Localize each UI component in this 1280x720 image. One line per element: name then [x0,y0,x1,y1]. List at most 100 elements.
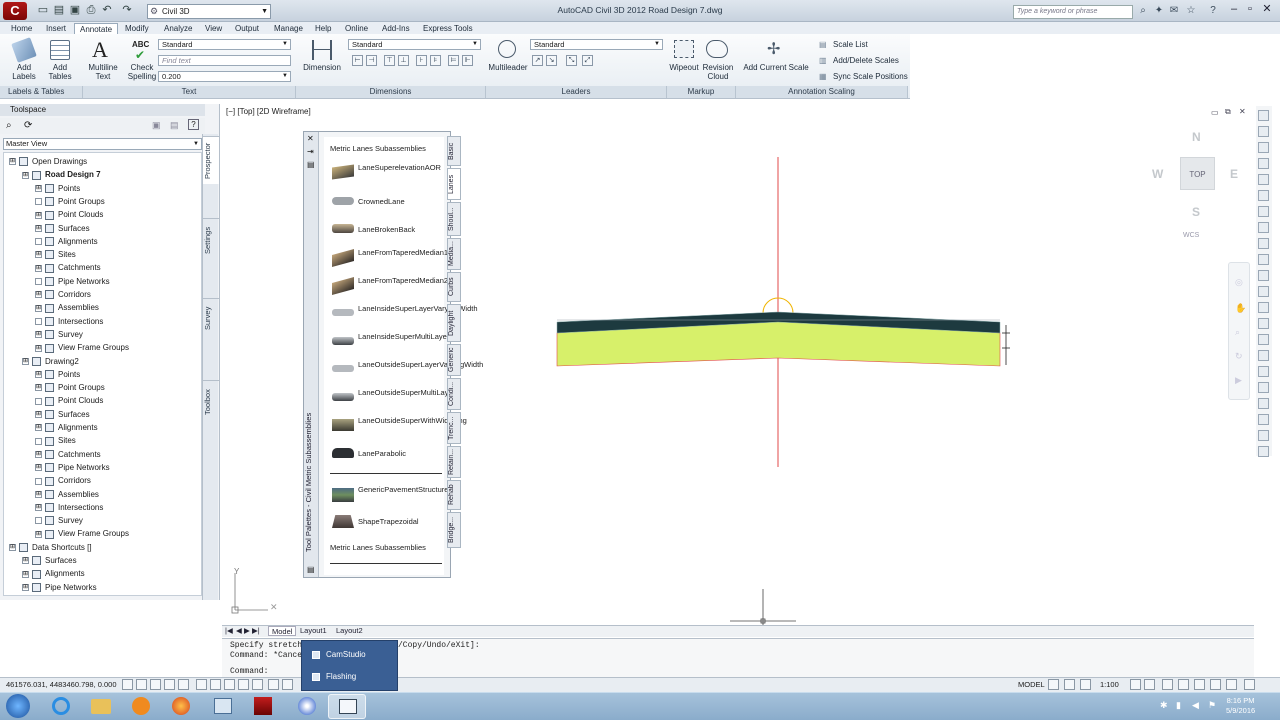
autoscale-icon[interactable] [1144,679,1155,690]
toolbar-icon[interactable] [1258,254,1269,265]
close-button[interactable]: ✕ [1258,0,1276,18]
tab-add-ins[interactable]: Add-Ins [382,23,410,34]
popup-item-flashing[interactable]: Flashing [312,672,356,681]
dimension-icon[interactable] [312,40,332,60]
tree-node[interactable]: Survey [35,514,83,527]
subscription-icon[interactable]: ✦ [1153,5,1165,17]
expand-icon[interactable]: ⊞ [22,583,29,591]
toolbar-icon[interactable] [1258,174,1269,185]
tab-prospector[interactable]: Prospector [203,136,219,184]
expand-icon[interactable]: ⊞ [35,384,42,392]
otrack-toggle-icon[interactable] [196,679,207,690]
taskbar-app[interactable] [204,694,242,719]
tab-online[interactable]: Online [345,23,368,34]
toolbar-icon[interactable] [1258,238,1269,249]
tree-node[interactable]: ⊞ Intersections [35,501,103,514]
tree-node[interactable]: ⊞ Surfaces [35,408,90,421]
annovis-icon[interactable] [1130,679,1141,690]
leader-tool-icon[interactable]: ⤢ [582,55,593,66]
toolbar-icon[interactable] [1258,190,1269,201]
expand-icon[interactable]: ⊞ [35,450,42,458]
tree-node[interactable]: ⊞ Points [35,182,80,195]
palette-tab-bridge[interactable]: Bridge... [447,512,461,548]
palette-item[interactable]: LaneParabolic [324,448,444,463]
toolbar-icon[interactable] [1258,222,1269,233]
search-input[interactable]: Type a keyword or phrase [1013,5,1133,19]
taskbar-explorer[interactable] [82,694,120,719]
tab-view[interactable]: View [205,23,222,34]
print-icon[interactable]: ⎙ [84,4,98,17]
close-icon[interactable]: ✕ [307,134,314,143]
multileader-icon[interactable] [498,40,516,58]
isolate-icon[interactable] [1210,679,1221,690]
pan-icon[interactable]: ✋ [1235,303,1246,314]
expand-icon[interactable] [35,278,42,286]
grid-toggle-icon[interactable] [136,679,147,690]
refresh-icon[interactable]: ⟳ [24,120,32,131]
palette-item[interactable]: LaneInsideSuperMultiLayer [324,332,449,354]
autohide-icon[interactable]: ⇥ [307,147,314,156]
tree-node[interactable]: Alignments [35,235,98,248]
toolbar-icon[interactable] [1258,366,1269,377]
toolbar-icon[interactable] [1258,126,1269,137]
tree-node[interactable]: ⊞ Corridors [35,288,91,301]
palette-tab-rehab[interactable]: Rehab [447,480,461,510]
check-spelling-button[interactable]: Check Spelling [124,63,160,81]
toolbar-icon[interactable] [1258,270,1269,281]
expand-icon[interactable]: ⊞ [35,331,42,339]
taskbar-firefox[interactable] [162,694,200,719]
expand-icon[interactable]: ⊞ [22,357,29,365]
find-text-input[interactable]: Find text [158,55,291,66]
leader-tool-icon[interactable]: ↘ [546,55,557,66]
tree-node[interactable]: ⊞ Data Shortcuts [] [9,541,92,554]
compass-west[interactable]: W [1152,167,1163,181]
taskbar-media-player[interactable] [122,694,160,719]
ortho-toggle-icon[interactable] [150,679,161,690]
text-height-select[interactable]: 0.200 ▼ [158,71,291,82]
tab-express-tools[interactable]: Express Tools [423,23,473,34]
search-icon[interactable]: ⌕ [6,120,12,131]
dim-tool-icon[interactable]: ⊩ [462,55,473,66]
status-menu-icon[interactable] [1226,679,1237,690]
toolbar-icon[interactable] [1258,286,1269,297]
hardware-accel-icon[interactable] [1194,679,1205,690]
help-icon[interactable]: ? [188,119,199,130]
tree-node[interactable]: ⊞ Points [35,368,80,381]
compass-east[interactable]: E [1230,167,1238,181]
tpy-toggle-icon[interactable] [252,679,263,690]
palette-item[interactable]: LaneOutsideSuperMultiLayer [324,388,455,410]
bluetooth-icon[interactable]: ✱ [1160,700,1168,711]
dim-tool-icon[interactable]: ⊧ [430,55,441,66]
toolbar-icon[interactable] [1258,350,1269,361]
tab-insert[interactable]: Insert [46,23,66,34]
palette-tab-daylight[interactable]: Daylight [447,304,461,342]
palette-item[interactable]: LaneBrokenBack [324,224,444,239]
communication-icon[interactable]: ✉ [1168,5,1180,17]
scale-list-button[interactable]: Scale List [833,40,868,49]
palette-item[interactable]: CrownedLane [324,197,444,211]
orbit-icon[interactable]: ↻ [1235,351,1243,362]
compass-north[interactable]: N [1192,130,1201,144]
workspace-switch-icon[interactable] [1162,679,1173,690]
toolbar-icon[interactable] [1258,142,1269,153]
tab-toolbox[interactable]: Toolbox [203,380,219,424]
add-tables-icon[interactable] [50,40,70,60]
tree-node[interactable]: ⊞ Sites [35,248,76,261]
tree-node[interactable]: Pipe Networks [35,275,110,288]
snap-toggle-icon[interactable] [122,679,133,690]
annotation-icon[interactable] [1080,679,1091,690]
tree-node[interactable]: ⊞ Assemblies [35,488,99,501]
showmotion-icon[interactable]: ▶ [1235,375,1242,386]
palette-tab-basic[interactable]: Basic [447,136,461,166]
dimension-button[interactable]: Dimension [300,63,344,72]
tree-node[interactable]: Point Groups [35,195,105,208]
toolbar-icon[interactable] [1258,446,1269,457]
expand-icon[interactable]: ⊞ [35,504,42,512]
model-space-button[interactable]: MODEL [1018,680,1045,689]
palette-tab-conditional[interactable]: Condi... [447,378,461,410]
wcs-menu[interactable]: WCS [1183,232,1199,239]
tree-node[interactable]: ⊞ Point Clouds [35,208,103,221]
expand-icon[interactable]: ⊞ [35,424,42,432]
panel-annotation-scaling[interactable]: Annotation Scaling [736,86,908,98]
palette-tab-lanes[interactable]: Lanes [447,168,461,200]
